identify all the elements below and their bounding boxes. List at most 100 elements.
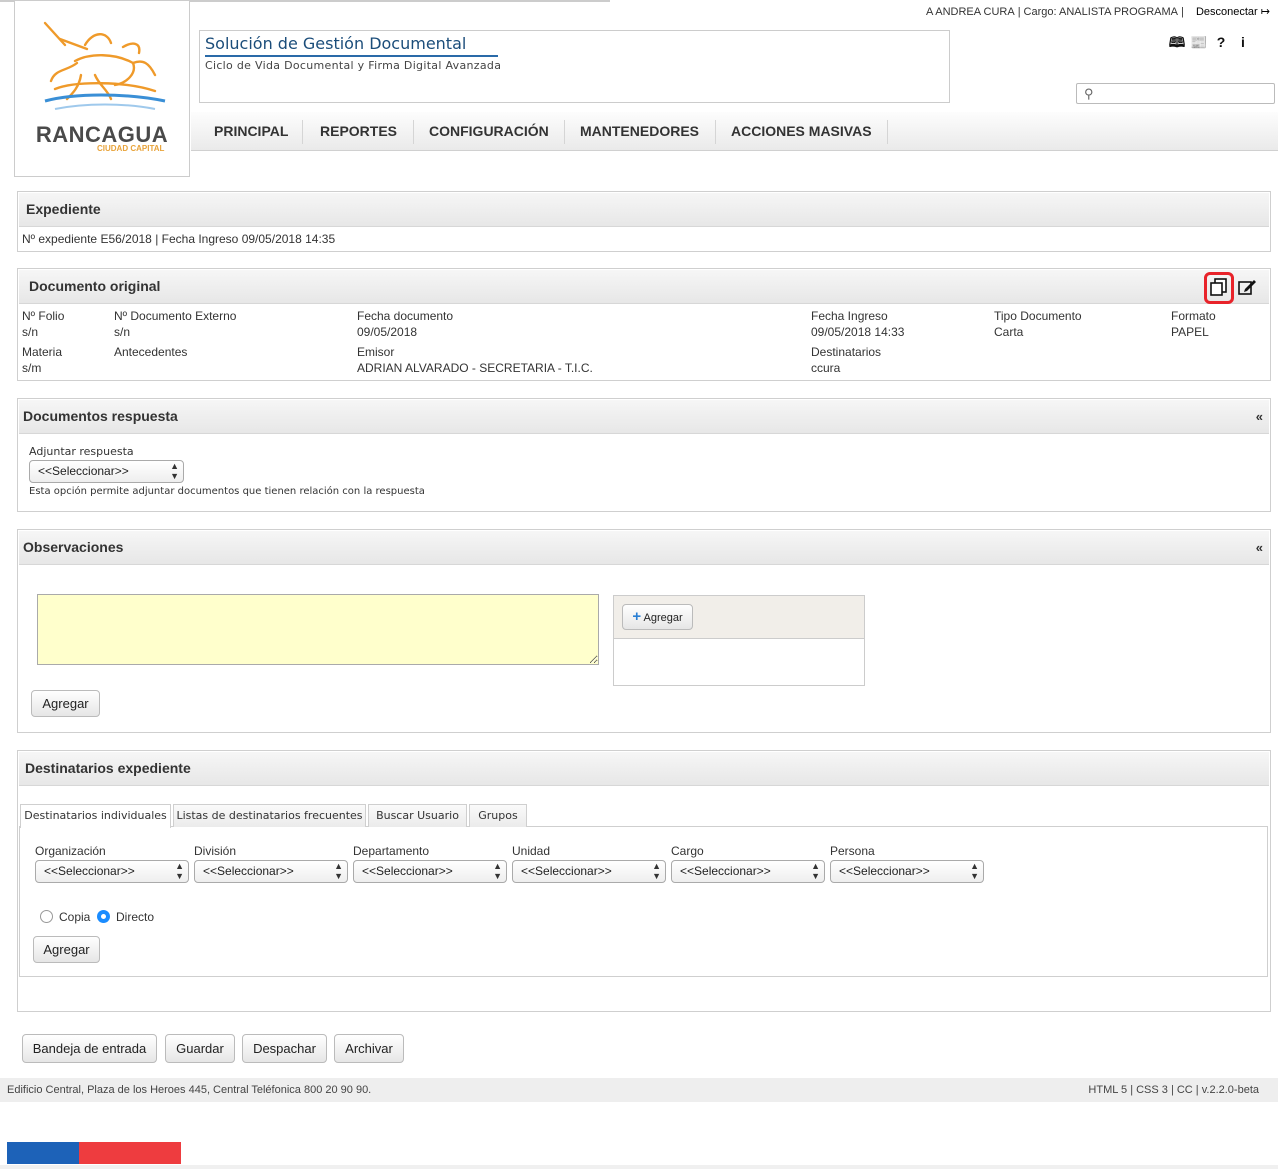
- unidad-label: Unidad: [512, 844, 551, 858]
- folio-label: Nº Folio: [22, 309, 65, 323]
- guardar-button[interactable]: Guardar: [165, 1034, 235, 1063]
- nav-divider: [887, 120, 888, 144]
- archivar-button[interactable]: Archivar: [334, 1034, 404, 1063]
- user-name: A ANDREA CURA: [926, 6, 1015, 18]
- flag-bar-blue: [7, 1142, 79, 1164]
- materia-value: s/m: [22, 361, 42, 375]
- newspaper-icon[interactable]: 📰: [1188, 34, 1210, 51]
- adjuntar-respuesta-select[interactable]: <<Seleccionar>> ▲ ▼: [29, 460, 184, 483]
- organizacion-value: <<Seleccionar>>: [44, 864, 135, 878]
- unidad-value: <<Seleccionar>>: [521, 864, 612, 878]
- documento-header: Documento original: [19, 270, 1269, 304]
- adjuntar-respuesta-label: Adjuntar respuesta: [29, 445, 134, 458]
- book-icon[interactable]: 🕮: [1166, 32, 1188, 56]
- logo: RANCAGUA CIUDAD CAPITAL: [14, 0, 190, 177]
- app-subtitle: Ciclo de Vida Documental y Firma Digital…: [205, 59, 502, 72]
- expediente-numero-value: E56/2018: [100, 232, 152, 246]
- documentos-respuesta-panel: Documentos respuesta « Adjuntar respuest…: [17, 398, 1271, 512]
- formato-label: Formato: [1171, 309, 1216, 323]
- radio-directo-label: Directo: [116, 910, 155, 924]
- division-label: División: [194, 844, 237, 858]
- footer-address: Edificio Central, Plaza de los Heroes 44…: [7, 1084, 372, 1096]
- search-box[interactable]: ⚲: [1076, 83, 1275, 104]
- persona-label: Persona: [830, 844, 875, 858]
- bandeja-de-entrada-button[interactable]: Bandeja de entrada: [22, 1034, 157, 1063]
- tipo-documento-label: Tipo Documento: [994, 309, 1082, 323]
- expediente-fecha-label: Fecha Ingreso: [161, 232, 239, 246]
- nav-divider: [302, 120, 303, 144]
- agregar-destinatario-button[interactable]: Agregar: [33, 936, 100, 963]
- adjuntar-respuesta-value: <<Seleccionar>>: [38, 464, 129, 478]
- persona-select[interactable]: <<Seleccionar>> ▲ ▼: [830, 860, 984, 883]
- radio-copia[interactable]: [40, 910, 53, 923]
- tipo-documento-value: Carta: [994, 325, 1024, 339]
- logout-link[interactable]: Desconectar ↦: [1196, 6, 1270, 18]
- select-arrows-icon: ▲ ▼: [334, 861, 343, 881]
- persona-value: <<Seleccionar>>: [839, 864, 930, 878]
- flag-bar-red: [79, 1142, 181, 1164]
- fecha-ingreso-value: 09/05/2018 14:33: [811, 325, 905, 339]
- nav-principal[interactable]: PRINCIPAL: [214, 112, 288, 150]
- nav-acciones-masivas[interactable]: ACCIONES MASIVAS: [731, 112, 872, 150]
- emisor-label: Emisor: [357, 345, 395, 359]
- formato-value: PAPEL: [1171, 325, 1209, 339]
- app-title-box: Solución de Gestión Documental Ciclo de …: [199, 30, 950, 103]
- collapse-icon[interactable]: «: [1256, 409, 1263, 424]
- documento-title: Documento original: [29, 278, 161, 294]
- search-input[interactable]: [1101, 85, 1275, 104]
- cargo-label: Cargo: [671, 844, 704, 858]
- top-icons: 🕮 📰? i: [1166, 32, 1254, 56]
- bottom-strip: [0, 1165, 1278, 1169]
- expediente-title: Expediente: [26, 201, 101, 217]
- adjuntar-help-text: Esta opción permite adjuntar documentos …: [29, 486, 425, 497]
- copy-documents-icon[interactable]: [1208, 277, 1230, 299]
- agregar-attachment-button[interactable]: + Agregar: [622, 604, 693, 630]
- destinatarios-title: Destinatarios expediente: [25, 760, 191, 776]
- division-value: <<Seleccionar>>: [203, 864, 294, 878]
- nav-configuracion[interactable]: CONFIGURACIÓN: [429, 112, 549, 150]
- doc-externo-value: s/n: [114, 325, 131, 339]
- division-select[interactable]: <<Seleccionar>> ▲ ▼: [194, 860, 348, 883]
- cargo-label: Cargo:: [1023, 6, 1057, 18]
- expediente-panel: Expediente Nº expediente E56/2018 | Fech…: [17, 191, 1271, 252]
- respuesta-header: Documentos respuesta «: [19, 400, 1269, 434]
- agregar-observacion-button[interactable]: Agregar: [31, 690, 100, 717]
- observaciones-textarea[interactable]: [37, 594, 599, 665]
- radio-directo[interactable]: [97, 910, 110, 923]
- tab-listas-frecuentes[interactable]: Listas de destinatarios frecuentes: [173, 804, 366, 827]
- antecedentes-label: Antecedentes: [114, 345, 188, 359]
- destinatarios-value: ccura: [811, 361, 841, 375]
- tab-buscar-usuario[interactable]: Buscar Usuario: [368, 804, 467, 827]
- fecha-ingreso-label: Fecha Ingreso: [811, 309, 888, 323]
- logo-subtext: CIUDAD CAPITAL: [97, 144, 165, 153]
- nav-mantenedores[interactable]: MANTENEDORES: [580, 112, 699, 150]
- search-icon: ⚲: [1084, 86, 1094, 101]
- unidad-select[interactable]: <<Seleccionar>> ▲ ▼: [512, 860, 666, 883]
- departamento-select[interactable]: <<Seleccionar>> ▲ ▼: [353, 860, 507, 883]
- nav-divider: [564, 120, 565, 144]
- emisor-value: ADRIAN ALVARADO - SECRETARIA - T.I.C.: [357, 361, 593, 375]
- tab-destinatarios-individuales[interactable]: Destinatarios individuales: [20, 804, 171, 828]
- departamento-value: <<Seleccionar>>: [362, 864, 453, 878]
- select-arrows-icon: ▲ ▼: [811, 861, 820, 881]
- cargo-select[interactable]: <<Seleccionar>> ▲ ▼: [671, 860, 825, 883]
- cargo-value: <<Seleccionar>>: [680, 864, 771, 878]
- app-title: Solución de Gestión Documental: [205, 34, 498, 57]
- select-arrows-icon: ▲ ▼: [493, 861, 502, 881]
- nav-reportes[interactable]: REPORTES: [320, 112, 397, 150]
- organizacion-select[interactable]: <<Seleccionar>> ▲ ▼: [35, 860, 189, 883]
- plus-icon: +: [632, 608, 642, 625]
- edit-icon[interactable]: [1236, 277, 1258, 299]
- observaciones-title: Observaciones: [23, 539, 124, 555]
- fecha-documento-label: Fecha documento: [357, 309, 454, 323]
- info-icon[interactable]: i: [1232, 34, 1254, 50]
- collapse-icon[interactable]: «: [1256, 540, 1263, 555]
- tab-grupos[interactable]: Grupos: [469, 804, 527, 827]
- despachar-button[interactable]: Despachar: [242, 1034, 327, 1063]
- help-icon[interactable]: ?: [1210, 34, 1232, 50]
- observaciones-panel: Observaciones « + Agregar Agregar: [17, 529, 1271, 733]
- documento-original-panel: Documento original Nº Folio s/n Nº Docum…: [17, 268, 1271, 381]
- select-arrows-icon: ▲ ▼: [175, 861, 184, 881]
- logout-label: Desconectar: [1195, 6, 1258, 18]
- agregar-attachment-label: Agregar: [643, 612, 683, 624]
